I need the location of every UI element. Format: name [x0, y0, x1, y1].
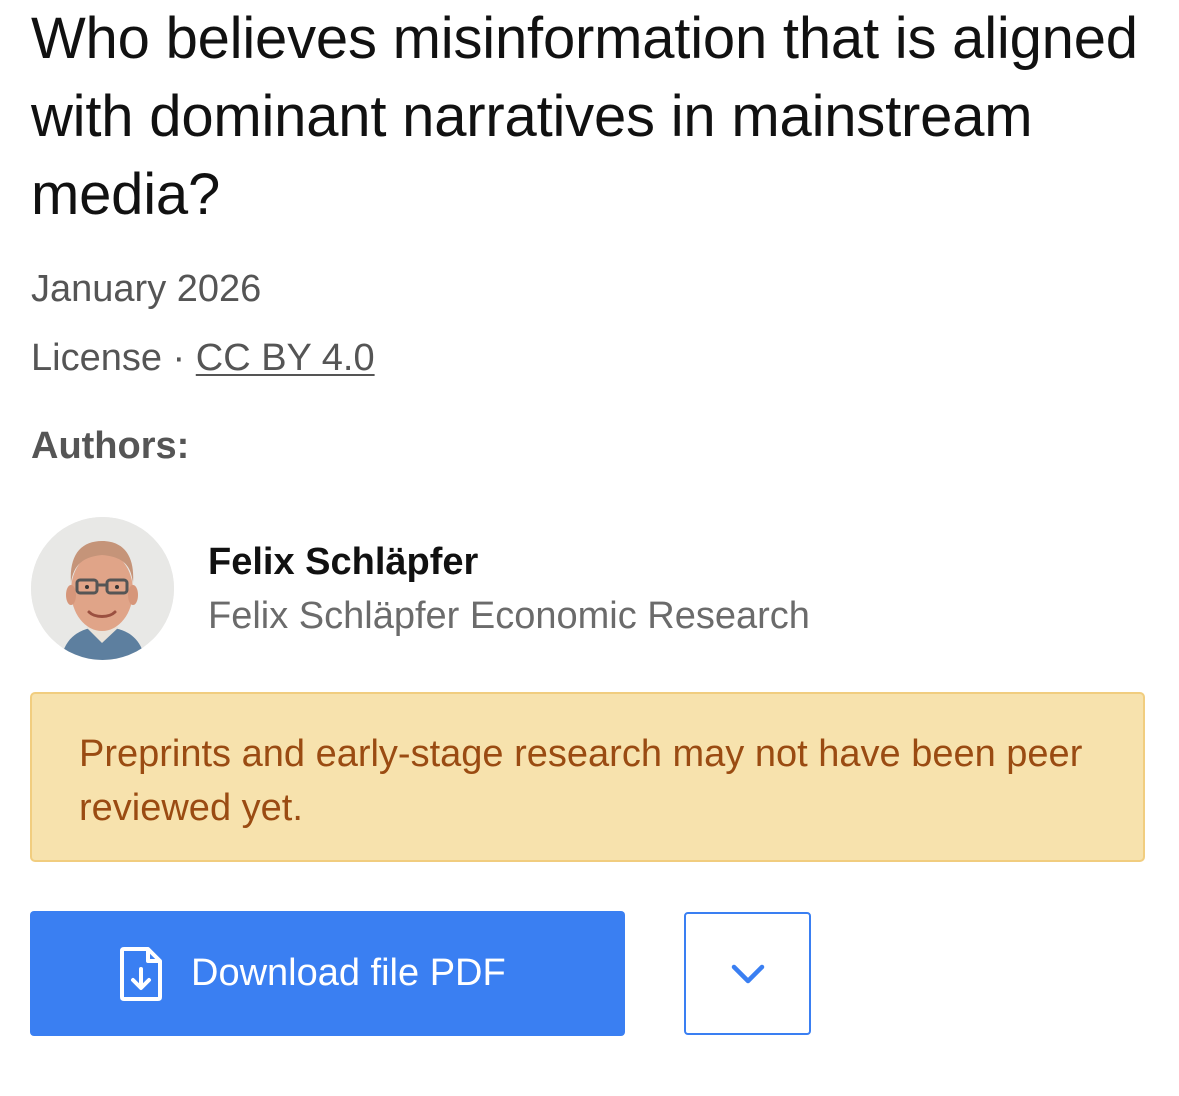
download-button-label: Download file PDF	[191, 952, 506, 994]
author-name[interactable]: Felix Schläpfer	[208, 539, 478, 585]
license-link[interactable]: CC BY 4.0	[196, 337, 375, 379]
license-label: License	[31, 337, 162, 379]
chevron-down-icon	[731, 964, 765, 984]
paper-title: Who believes misinformation that is alig…	[31, 6, 1138, 227]
publication-date: January 2026	[31, 268, 262, 310]
avatar[interactable]	[31, 517, 174, 660]
notice-text: Preprints and early-stage research may n…	[79, 733, 1083, 829]
file-download-icon	[120, 947, 162, 1001]
author-photo-icon	[31, 517, 174, 660]
license-separator: ·	[161, 337, 196, 379]
author-card[interactable]: Felix Schläpfer Felix Schläpfer Economic…	[31, 517, 1131, 662]
download-pdf-button[interactable]: Download file PDF	[30, 911, 625, 1036]
preprint-notice: Preprints and early-stage research may n…	[30, 692, 1145, 862]
author-affiliation: Felix Schläpfer Economic Research	[208, 595, 810, 637]
download-options-dropdown-button[interactable]	[684, 912, 811, 1035]
license-row: License · CC BY 4.0	[31, 335, 375, 381]
authors-heading: Authors:	[31, 425, 190, 467]
